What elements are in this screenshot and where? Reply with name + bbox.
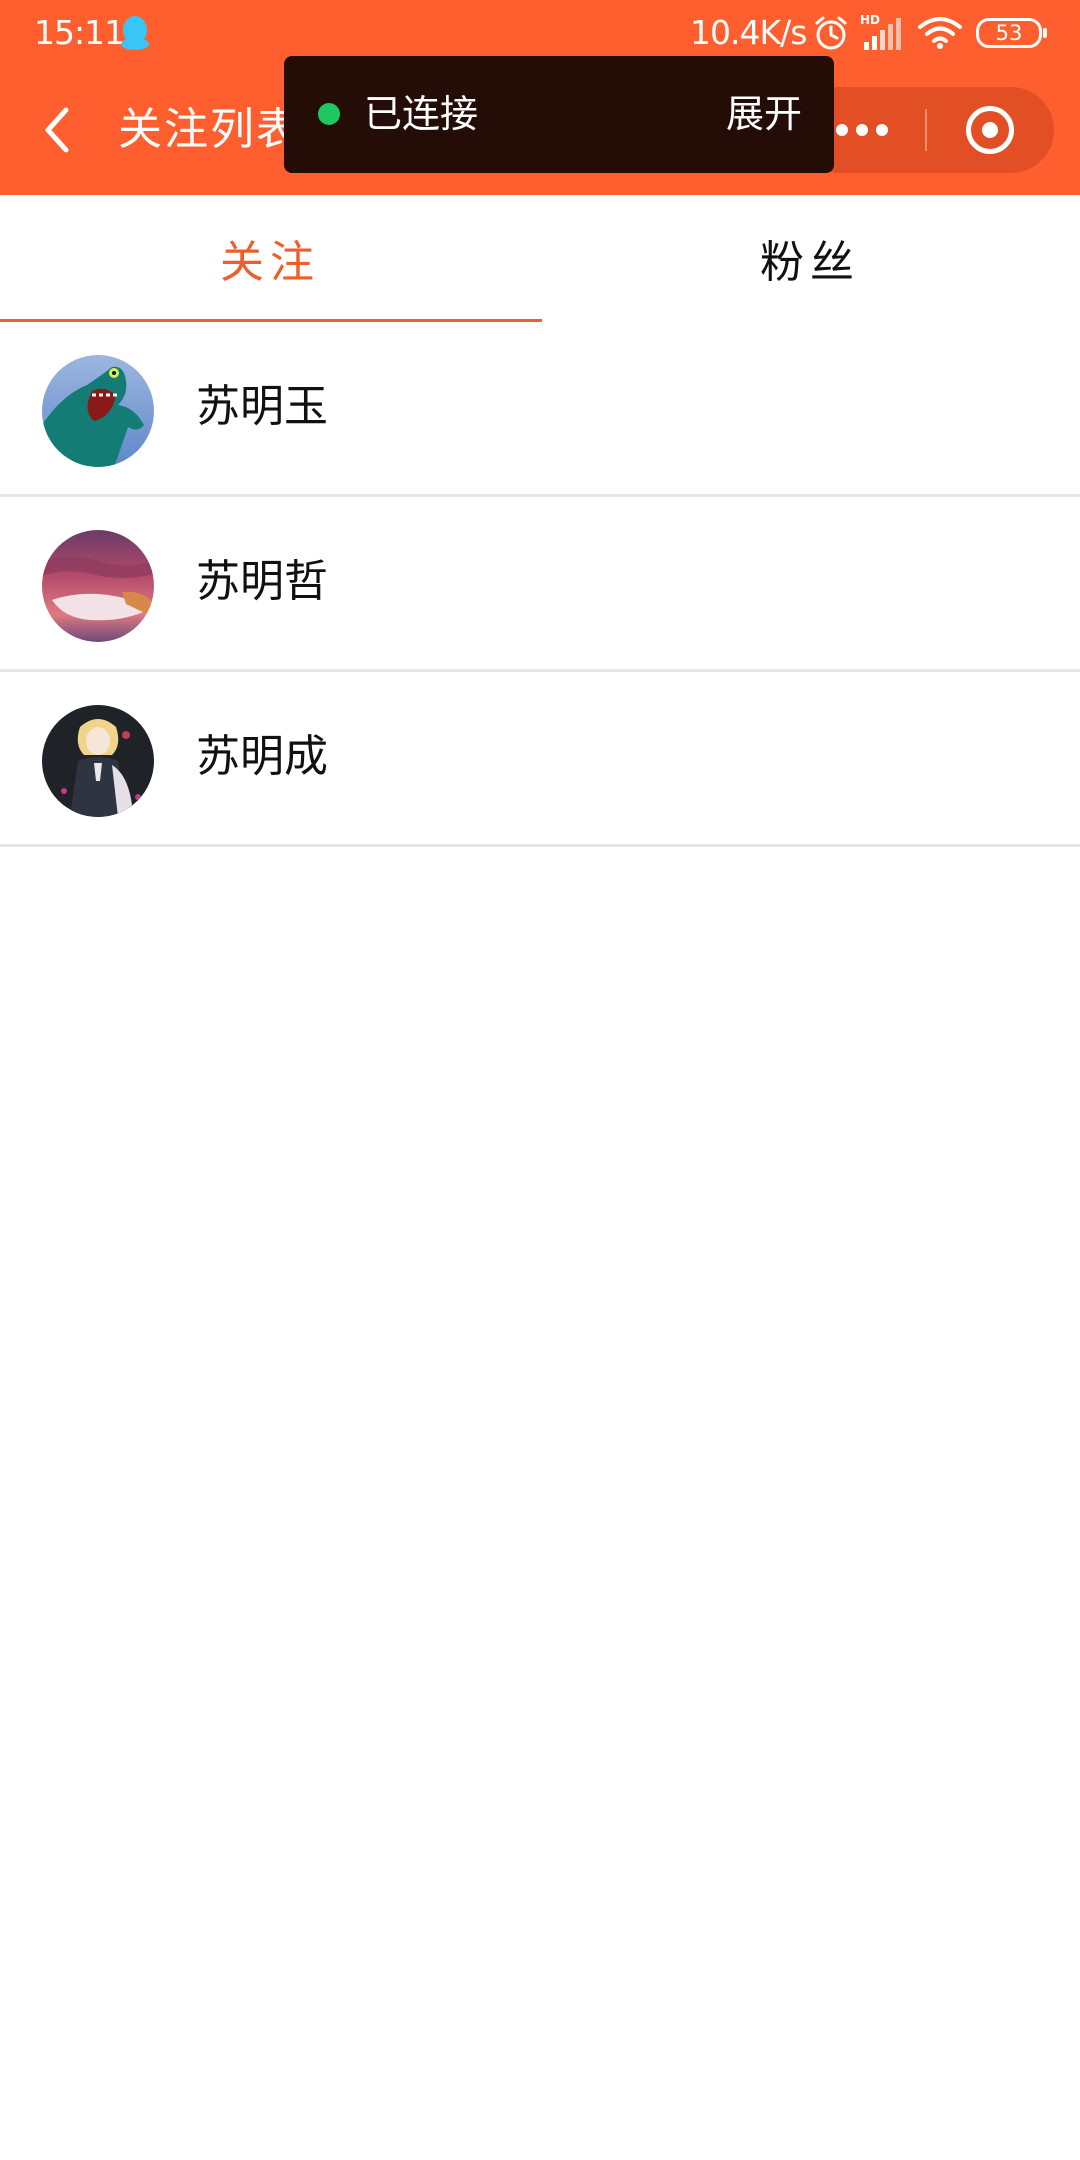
alarm-icon <box>812 14 850 52</box>
user-name: 苏明哲 <box>196 556 328 607</box>
page-title: 关注列表 <box>118 104 302 155</box>
expand-button[interactable]: 展开 <box>726 88 802 140</box>
tab-following[interactable]: 关注 <box>0 195 540 325</box>
hd-signal-icon: HD <box>860 12 906 52</box>
connected-status-dot <box>318 103 340 125</box>
battery-icon: 53 <box>976 18 1042 48</box>
chevron-left-icon <box>45 107 69 153</box>
user-name: 苏明玉 <box>196 381 328 432</box>
avatar <box>42 705 154 817</box>
list-item[interactable]: 苏明成 <box>0 672 1080 847</box>
tab-fans[interactable]: 粉丝 <box>540 195 1080 325</box>
menu-capsule <box>796 87 1054 173</box>
svg-text:HD: HD <box>860 13 880 27</box>
back-button[interactable] <box>30 96 86 164</box>
avatar <box>42 530 154 642</box>
user-name: 苏明成 <box>196 731 328 782</box>
battery-tip <box>1043 28 1047 38</box>
dot <box>856 124 868 136</box>
follow-list: 苏明玉 苏明哲 苏明成 <box>0 322 1080 847</box>
dot <box>876 124 888 136</box>
target-close-core <box>982 122 998 138</box>
list-item[interactable]: 苏明哲 <box>0 497 1080 672</box>
avatar <box>42 355 154 467</box>
dot <box>836 124 848 136</box>
status-time: 15:11 <box>34 13 125 52</box>
connection-status-text: 已连接 <box>364 92 479 136</box>
qq-icon <box>118 14 152 52</box>
close-button[interactable] <box>927 87 1054 173</box>
tab-bar: 关注 粉丝 <box>0 195 1080 325</box>
connection-toast: 已连接 展开 <box>284 56 834 173</box>
list-item[interactable]: 苏明玉 <box>0 322 1080 497</box>
wifi-icon <box>918 16 962 50</box>
network-speed: 10.4K/s <box>690 13 807 52</box>
